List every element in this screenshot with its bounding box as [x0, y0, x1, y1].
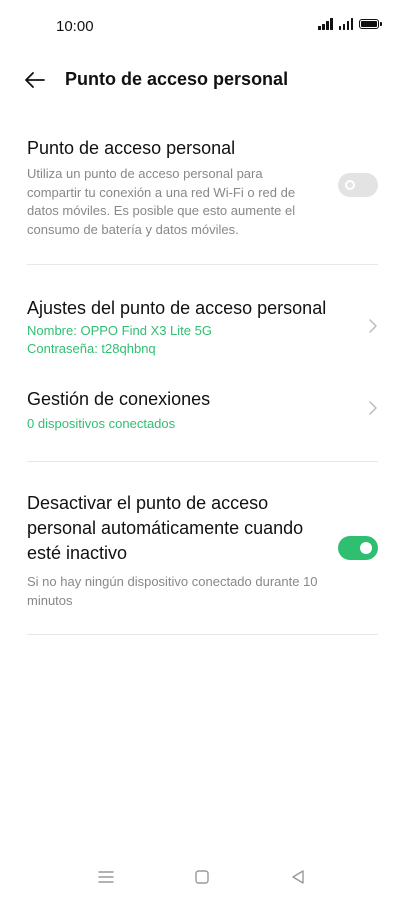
divider: [27, 461, 378, 462]
home-icon[interactable]: [192, 867, 212, 887]
connection-management-title: Gestión de conexiones: [27, 389, 211, 409]
app-bar: Punto de acceso personal: [0, 56, 405, 104]
navigation-bar: [0, 860, 405, 894]
hotspot-name: Nombre: OPPO Find X3 Lite 5G: [27, 323, 212, 338]
page-title: Punto de acceso personal: [65, 69, 289, 89]
auto-off-toggle[interactable]: [338, 536, 378, 560]
back-arrow-icon[interactable]: [22, 68, 48, 92]
signal-icon-2: [338, 18, 353, 30]
divider: [27, 264, 378, 265]
auto-off-title: Desactivar el punto de acceso personal a…: [27, 493, 304, 563]
signal-icon: [318, 18, 333, 30]
auto-off-description: Si no hay ningún dispositivo conectado d…: [27, 574, 318, 608]
chevron-right-icon: [369, 401, 377, 415]
hotspot-title: Punto de acceso personal: [27, 138, 236, 158]
menu-icon[interactable]: [96, 867, 116, 887]
hotspot-toggle[interactable]: [338, 173, 378, 197]
hotspot-password: Contraseña: t28qhbnq: [27, 341, 156, 356]
back-triangle-icon[interactable]: [288, 867, 308, 887]
hotspot-settings-title: Ajustes del punto de acceso personal: [27, 298, 327, 318]
status-bar: 10:00: [0, 0, 405, 54]
connected-devices-count: 0 dispositivos conectados: [27, 416, 176, 431]
divider: [27, 634, 378, 635]
chevron-right-icon: [369, 319, 377, 333]
battery-icon: [359, 19, 382, 29]
status-time: 10:00: [56, 18, 94, 35]
status-icons: [318, 18, 382, 30]
hotspot-description: Utiliza un punto de acceso personal para…: [27, 166, 296, 237]
